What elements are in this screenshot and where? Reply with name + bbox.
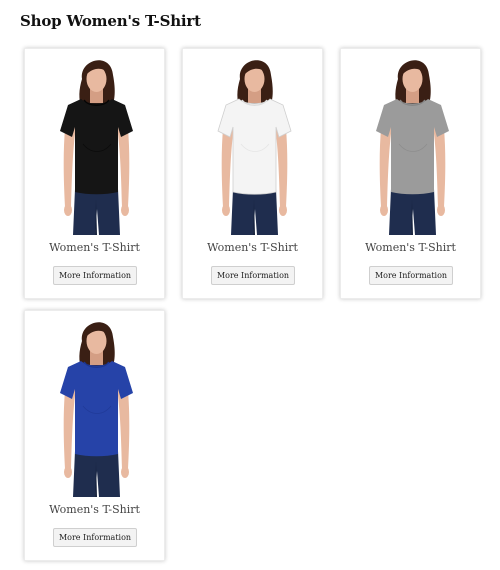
product-listing-page: Shop Women's T-Shirt Women's T-Shirt Mor… [0,0,500,570]
left-hand [222,204,230,216]
product-image[interactable] [25,311,166,497]
left-hand [64,204,72,216]
product-card: Women's T-Shirt More Information [24,48,165,299]
more-information-button[interactable]: More Information [53,528,137,547]
left-hand [64,466,72,478]
right-hand [121,466,129,478]
right-hand [437,204,445,216]
left-hand [380,204,388,216]
product-card: Women's T-Shirt More Information [340,48,481,299]
product-card: Women's T-Shirt More Information [24,310,165,561]
page-title: Shop Women's T-Shirt [20,12,201,30]
product-name: Women's T-Shirt [365,241,456,254]
more-information-button[interactable]: More Information [53,266,137,285]
right-hand [121,204,129,216]
product-image[interactable] [183,49,324,235]
product-name: Women's T-Shirt [207,241,298,254]
more-information-button[interactable]: More Information [369,266,453,285]
product-name: Women's T-Shirt [49,503,140,516]
product-image[interactable] [25,49,166,235]
product-name: Women's T-Shirt [49,241,140,254]
product-card: Women's T-Shirt More Information [182,48,323,299]
more-information-button[interactable]: More Information [211,266,295,285]
product-image[interactable] [341,49,482,235]
right-hand [279,204,287,216]
